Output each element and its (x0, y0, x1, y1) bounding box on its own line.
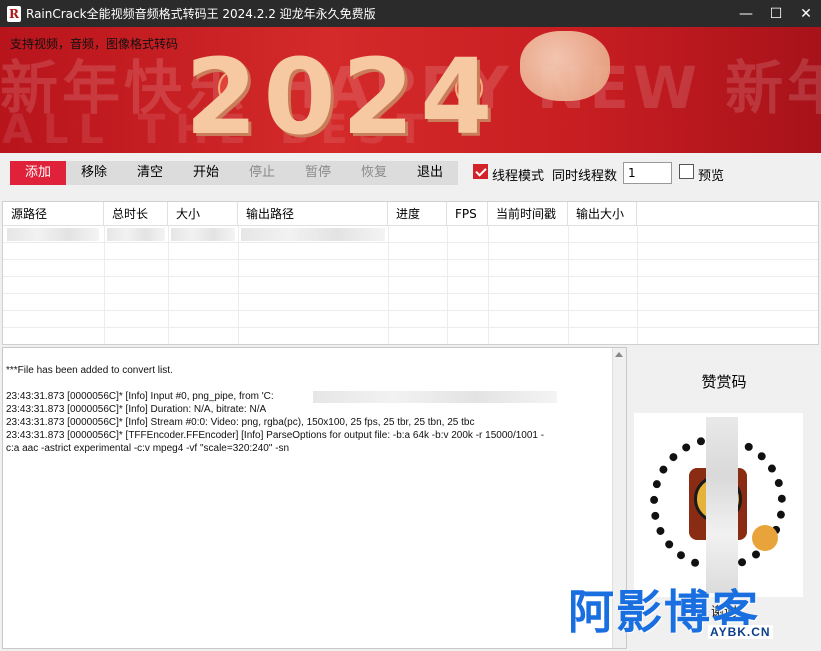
redacted-cell (241, 228, 385, 241)
thread-mode-checkbox[interactable] (473, 164, 488, 179)
table-row (3, 311, 818, 328)
table-row (3, 243, 818, 260)
log-line: 23:43:31.873 [0000056C]* [Info] Stream #… (6, 417, 475, 428)
column-header-output-size[interactable]: 输出大小 (568, 202, 637, 226)
table-header: 源路径 总时长 大小 输出路径 进度 FPS 当前时间戳 输出大小 (3, 202, 818, 226)
pause-button[interactable]: 暂停 (290, 161, 346, 185)
app-logo-icon: R (7, 5, 21, 22)
resume-button[interactable]: 恢复 (346, 161, 402, 185)
clear-button[interactable]: 清空 (122, 161, 178, 185)
column-header-duration[interactable]: 总时长 (104, 202, 168, 226)
banner-caption: 支持视频，音频，图像格式转码 (10, 37, 179, 51)
table-row[interactable] (3, 226, 818, 243)
exit-button[interactable]: 退出 (402, 161, 458, 185)
banner-year: 2024 (185, 36, 499, 153)
log-line: ***File has been added to convert list. (6, 365, 173, 376)
toolbar: 添加 移除 清空 开始 停止 暂停 恢复 退出 线程模式 同时线程数 1 预览 (0, 153, 821, 199)
dragon-illustration-icon (520, 31, 610, 101)
redacted-cell (171, 228, 235, 241)
column-header-fps[interactable]: FPS (447, 202, 488, 226)
log-line: 23:43:31.873 [0000056C]* [Info] Duration… (6, 404, 267, 415)
table-row (3, 260, 818, 277)
threads-input[interactable]: 1 (623, 162, 672, 184)
table-row (3, 277, 818, 294)
maximize-button[interactable]: ☐ (761, 0, 791, 27)
scroll-up-arrow-icon[interactable] (615, 352, 623, 357)
table-row (3, 328, 818, 344)
log-line: c:a aac -astrict experimental -c:v mpeg4… (6, 443, 290, 454)
remove-button[interactable]: 移除 (66, 161, 122, 185)
stop-button[interactable]: 停止 (234, 161, 290, 185)
column-header-size[interactable]: 大小 (168, 202, 238, 226)
start-button[interactable]: 开始 (178, 161, 234, 185)
log-line: 23:43:31.873 [0000056C]* [TFFEncoder.FFE… (6, 430, 545, 441)
redacted-path (313, 391, 557, 403)
preview-checkbox[interactable] (679, 164, 694, 179)
thread-mode-label: 线程模式 (492, 169, 545, 184)
new-year-banner: 新年快乐 HAPPY NEW 新年快乐 ALL THE BEST 2024 支持… (0, 27, 821, 153)
site-watermark: 阿影博客 AYBK.CN (568, 585, 803, 647)
column-header-timestamp[interactable]: 当前时间戳 (488, 202, 568, 226)
table-row (3, 294, 818, 311)
preview-label: 预览 (698, 169, 725, 184)
file-list-table[interactable]: 源路径 总时长 大小 输出路径 进度 FPS 当前时间戳 输出大小 (2, 201, 819, 345)
column-header-output-path[interactable]: 输出路径 (238, 202, 388, 226)
redacted-cell (7, 228, 99, 241)
log-output[interactable]: ***File has been added to convert list. … (2, 347, 627, 649)
threads-label: 同时线程数 (552, 169, 618, 184)
watermark-domain: AYBK.CN (708, 625, 773, 639)
add-button[interactable]: 添加 (10, 161, 66, 185)
window-controls: — ☐ ✕ (731, 0, 821, 27)
reward-qr-code-icon (634, 413, 803, 597)
window-title: RainCrack全能视频音频格式转码王 2024.2.2 迎龙年永久免费版 (26, 7, 376, 21)
minimize-button[interactable]: — (731, 0, 761, 27)
close-button[interactable]: ✕ (791, 0, 821, 27)
redacted-cell (107, 228, 165, 241)
title-bar: R RainCrack全能视频音频格式转码王 2024.2.2 迎龙年永久免费版… (0, 0, 821, 27)
reward-title: 赞赏码 (701, 373, 747, 391)
column-header-source-path[interactable]: 源路径 (3, 202, 104, 226)
log-line: 23:43:31.873 [0000056C]* [Info] Input #0… (6, 391, 274, 402)
thumbs-up-icon (752, 525, 778, 551)
column-header-progress[interactable]: 进度 (388, 202, 447, 226)
